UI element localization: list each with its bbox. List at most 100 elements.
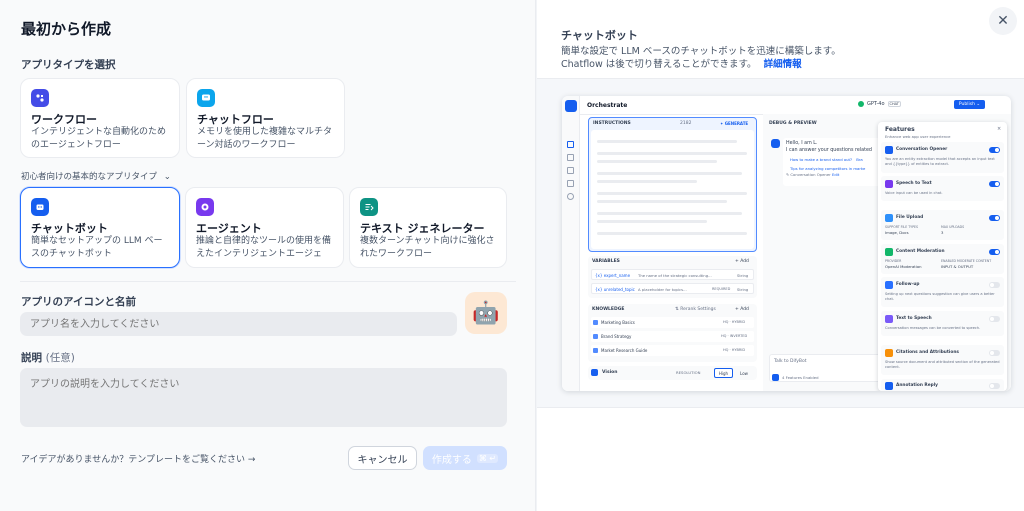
bot-avatar <box>771 139 780 148</box>
feature-annotation-reply: Annotation Reply <box>881 379 1004 391</box>
suggestion-text: How to make a brand stand out? <box>790 157 853 162</box>
app-logo-icon <box>565 100 577 112</box>
model-icon <box>858 101 864 107</box>
suggested-question[interactable]: How to make a brand stand out? Bra <box>790 157 863 162</box>
shortcut-badge: ⌘ ↵ <box>476 453 499 463</box>
variable-row[interactable]: {x} unrelated_topic A placeholder for to… <box>591 283 754 294</box>
required-badge: REQUIRED <box>712 287 731 291</box>
card-title: エージェント <box>196 222 262 235</box>
dataset-icon <box>593 334 598 339</box>
annotation-icon <box>885 382 893 390</box>
knowledge-name: Market Research Guide <box>601 348 648 353</box>
features-enabled-count[interactable]: 4 Features Enabled <box>782 375 819 380</box>
instructions-editor[interactable] <box>591 130 754 249</box>
feature-desc: Conversation messages can be converted t… <box>885 326 981 330</box>
feature-toggle[interactable] <box>989 249 1000 255</box>
icon-name-label: アプリのアイコンと名前 <box>21 296 136 308</box>
feature-toggle[interactable] <box>989 215 1000 221</box>
bot-answer: I can answer your questions related <box>786 148 872 153</box>
more-info-link[interactable]: 詳細情報 <box>764 59 802 70</box>
description-textarea[interactable] <box>20 368 507 427</box>
feature-toggle[interactable] <box>989 350 1000 356</box>
app-name-input[interactable] <box>20 312 457 336</box>
instructions-label: INSTRUCTIONS <box>593 121 631 126</box>
feature-name: Speech to Text <box>896 181 932 186</box>
close-icon[interactable]: × <box>997 126 1001 132</box>
card-title: テキスト ジェネレーター <box>360 222 485 235</box>
preview-title: チャットボット <box>561 29 638 42</box>
opener-icon <box>885 146 893 154</box>
close-icon[interactable]: ✕ <box>989 7 1017 35</box>
app-type-chatbot-card[interactable]: チャットボット 簡単なセットアップの LLM ベースのチャットボット <box>20 187 180 268</box>
model-tag: CHAT <box>887 101 901 107</box>
select-type-label: アプリタイプを選択 <box>21 59 116 71</box>
features-badge-icon <box>772 374 779 381</box>
card-desc: 推論と自律的なツールの使用を備えたインテリジェントエージェン… <box>196 236 332 259</box>
knowledge-tag: HQ · INVERTED <box>721 334 748 338</box>
chatflow-icon <box>197 89 215 107</box>
card-desc: 複数ターンチャット向けに強化されたワークフロー <box>360 236 495 259</box>
microphone-icon <box>885 180 893 188</box>
resolution-label: RESOLUTION <box>676 370 701 375</box>
features-title: Features <box>885 126 915 133</box>
generate-button[interactable]: ✦ GENERATE <box>720 121 748 126</box>
moderation-icon <box>885 248 893 256</box>
add-knowledge-button[interactable]: + Add <box>735 307 749 312</box>
debug-label: DEBUG & PREVIEW <box>769 121 817 126</box>
feature-desc: Voice input can be used in chat. <box>885 191 943 195</box>
resolution-low-button[interactable]: Low <box>735 368 753 378</box>
variable-row[interactable]: {x} expert_name The name of the strategi… <box>591 269 754 280</box>
template-link[interactable]: アイデアがありませんか？テンプレートをご覧ください → <box>21 452 255 465</box>
feature-toggle[interactable] <box>989 282 1000 288</box>
app-type-workflow-card[interactable]: ワークフロー インテリジェントな自動化のためのエージェントフロー <box>20 78 180 158</box>
preview-desc-2: Chatflow は後で切り替えることができます。 詳細情報 <box>561 56 802 70</box>
instructions-box[interactable]: INSTRUCTIONS 2182 ✦ GENERATE <box>588 117 757 252</box>
app-type-text-generator-card[interactable]: テキスト ジェネレーター 複数ターンチャット向けに強化されたワークフロー <box>349 187 507 268</box>
app-type-chatflow-card[interactable]: チャットフロー メモリを使用した複雑なマルチターン対話のワークフロー <box>186 78 345 158</box>
description-label-text: 説明 <box>21 352 42 364</box>
beginner-toggle[interactable]: 初心者向けの基本的なアプリタイプ ⌄ <box>21 170 171 182</box>
knowledge-row[interactable]: Marketing Basics HQ · HYBRID <box>591 317 754 328</box>
feature-toggle[interactable] <box>989 181 1000 187</box>
feature-toggle[interactable] <box>989 147 1000 153</box>
edit-opener-link[interactable]: Edit <box>832 172 839 177</box>
file-upload-icon <box>885 214 893 222</box>
resolution-high-button[interactable]: High <box>714 368 733 378</box>
file-types-label: SUPPORT FILE TYPES <box>885 225 919 229</box>
app-type-agent-card[interactable]: エージェント 推論と自律的なツールの使用を備えたインテリジェントエージェン… <box>185 187 344 268</box>
dialog-title: 最初から作成 <box>21 20 112 38</box>
feature-toggle[interactable] <box>989 316 1000 322</box>
preview-screenshot: Orchestrate GPT-4o CHAT Publish ⌄ INSTRU… <box>562 96 1011 391</box>
knowledge-row[interactable]: Brand Strategy HQ · INVERTED <box>591 331 754 342</box>
knowledge-section: KNOWLEDGE ⇅ Rerank Settings + Add Market… <box>588 304 757 362</box>
feature-name: Citations and Attributions <box>896 350 959 355</box>
knowledge-row[interactable]: Market Research Guide HQ · HYBRID <box>591 345 754 356</box>
feature-desc: Setting up next questions suggestion can… <box>885 292 995 301</box>
bot-greeting: Hello, I am L. <box>786 141 818 146</box>
feature-toggle[interactable] <box>989 383 1000 389</box>
create-button[interactable]: 作成する ⌘ ↵ <box>423 446 507 470</box>
card-title: チャットボット <box>31 222 108 235</box>
provider-value: OpenAI Moderation <box>885 264 922 269</box>
knowledge-tag: HQ · HYBRID <box>723 320 746 324</box>
instructions-count: 2182 <box>680 121 692 126</box>
add-variable-button[interactable]: + Add <box>735 259 749 264</box>
orchestrate-icon <box>567 141 574 148</box>
chat-input[interactable]: Talk to DifyBot 4 Features Enabled <box>769 354 894 382</box>
feature-follow-up: Follow-up Setting up next questions sugg… <box>881 277 1004 307</box>
model-selector[interactable]: GPT-4o CHAT <box>858 101 901 107</box>
publish-button[interactable]: Publish ⌄ <box>954 100 985 109</box>
app-icon-picker[interactable]: 🤖 <box>465 292 507 334</box>
cancel-button[interactable]: キャンセル <box>348 446 417 470</box>
card-desc: インテリジェントな自動化のためのエージェントフロー <box>31 127 167 150</box>
preview-desc-2-text: Chatflow は後で切り替えることができます。 <box>561 59 757 70</box>
nav-rail <box>562 96 580 391</box>
feature-desc: Show source document and attributed sect… <box>885 360 1000 369</box>
suggested-question[interactable]: Tips for analyzing competitors in marke <box>790 166 865 171</box>
dataset-icon <box>593 320 598 325</box>
provider-label: PROVIDER <box>885 259 902 263</box>
rerank-settings-button[interactable]: ⇅ Rerank Settings <box>675 307 716 312</box>
variable-desc: A placeholder for topics... <box>638 287 687 292</box>
optional-label: (任意) <box>45 352 75 364</box>
vision-icon <box>591 369 598 376</box>
